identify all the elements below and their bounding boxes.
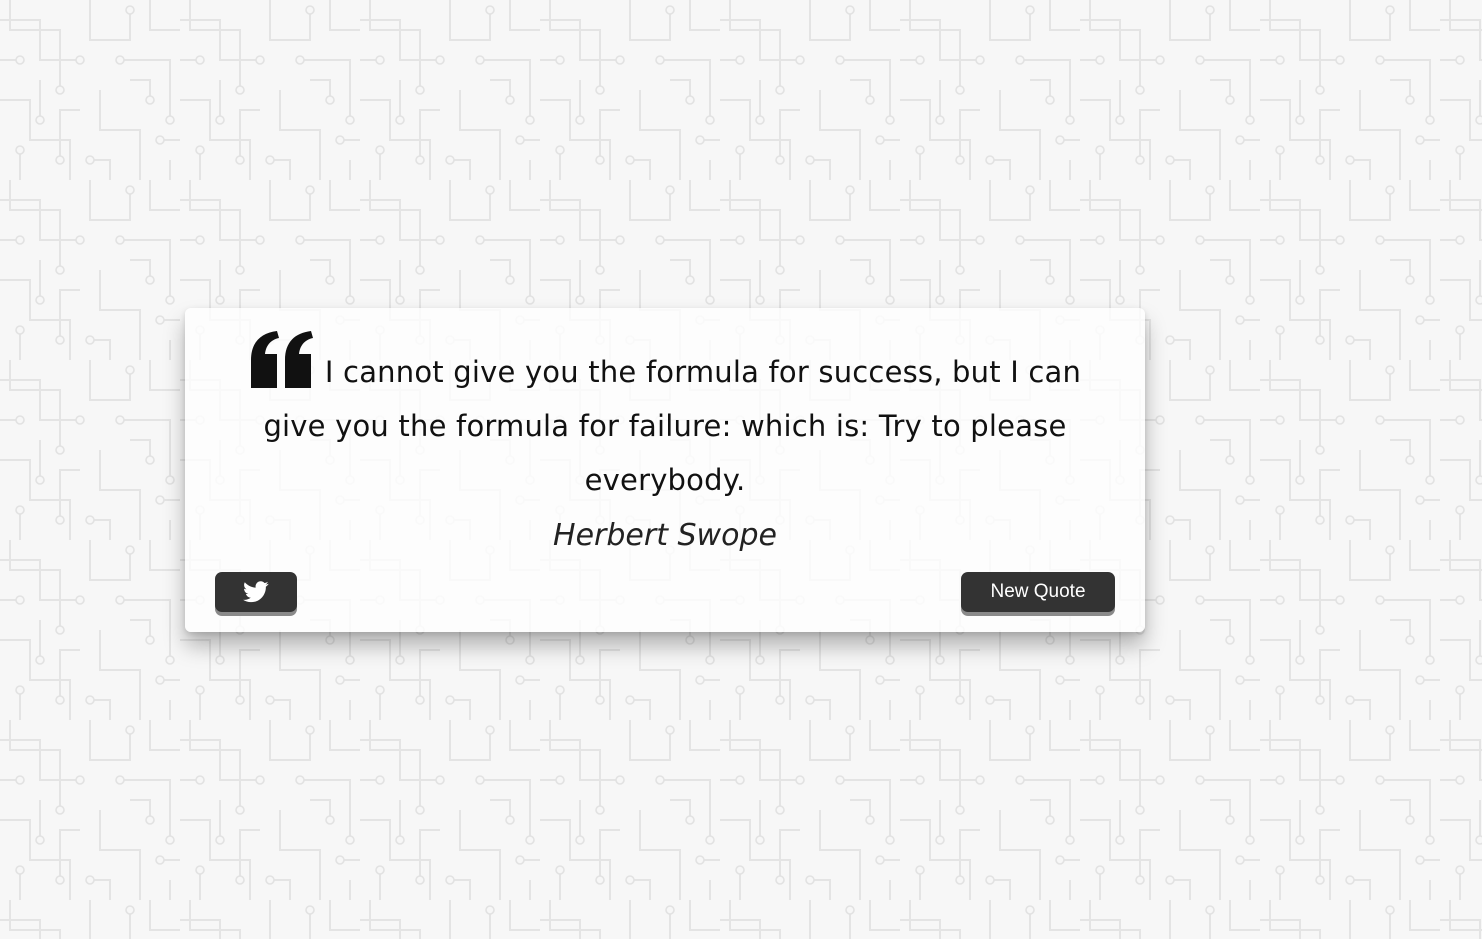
quote-text: I cannot give you the formula for succes… — [263, 355, 1082, 497]
quote-left-icon — [249, 330, 315, 390]
quote-text-container: I cannot give you the formula for succes… — [215, 330, 1115, 507]
twitter-icon — [243, 581, 269, 603]
new-quote-button[interactable]: New Quote — [961, 572, 1115, 612]
quote-author: Herbert Swope — [553, 518, 777, 553]
quote-box: I cannot give you the formula for succes… — [185, 308, 1145, 632]
tweet-button[interactable] — [215, 572, 297, 612]
page: { "quote": { "text": "I cannot give you … — [0, 0, 1482, 939]
